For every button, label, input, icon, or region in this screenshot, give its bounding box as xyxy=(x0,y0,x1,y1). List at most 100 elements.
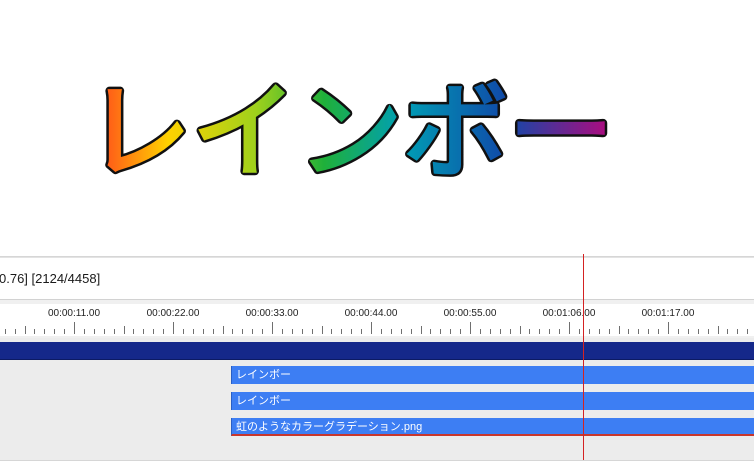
ruler-major-tick xyxy=(272,322,273,334)
ruler-minor-tick xyxy=(539,329,540,334)
ruler-minor-tick xyxy=(599,329,600,334)
ruler-minor-tick xyxy=(638,329,639,334)
layer-row[interactable]: レインボー xyxy=(0,362,754,389)
ruler-minor-tick xyxy=(688,329,689,334)
ruler-minor-tick xyxy=(421,326,422,334)
ruler-minor-tick xyxy=(727,329,728,334)
clip-label: 虹のようなカラーグラデーション.png xyxy=(236,421,423,433)
ruler-minor-tick xyxy=(203,329,204,334)
ruler-minor-tick xyxy=(223,326,224,334)
ruler-minor-tick xyxy=(440,329,441,334)
ruler-minor-tick xyxy=(391,329,392,334)
ruler-minor-tick xyxy=(718,326,719,334)
layer-row[interactable] xyxy=(0,440,754,461)
timeline-status-bar: 0.76] [2124/4458] xyxy=(0,258,754,300)
ruler-minor-tick xyxy=(242,329,243,334)
ruler-minor-tick xyxy=(619,326,620,334)
ruler-minor-tick xyxy=(84,329,85,334)
ruler-minor-tick xyxy=(708,329,709,334)
ruler-minor-tick xyxy=(737,329,738,334)
ruler-minor-tick xyxy=(480,329,481,334)
ruler-minor-tick xyxy=(411,329,412,334)
clip-label: レインボー xyxy=(236,395,291,407)
ruler-minor-tick xyxy=(124,326,125,334)
ruler-minor-tick xyxy=(34,329,35,334)
ruler-minor-tick xyxy=(579,329,580,334)
ruler-minor-tick xyxy=(549,329,550,334)
clip-label: レインボー xyxy=(236,369,291,381)
ruler-minor-tick xyxy=(104,329,105,334)
ruler-minor-tick xyxy=(322,326,323,334)
ruler-minor-tick xyxy=(450,329,451,334)
ruler-minor-tick xyxy=(381,329,382,334)
frame-position-readout: 0.76] [2124/4458] xyxy=(0,271,101,286)
timeline-clip[interactable]: レインボー xyxy=(231,392,754,410)
ruler-minor-tick xyxy=(312,329,313,334)
ruler-minor-tick xyxy=(351,329,352,334)
ruler-time-label: 00:00:33.00 xyxy=(245,308,299,319)
time-ruler[interactable]: 00:00:11.00 00:00:22.00 00:00:33.00 00:00:4… xyxy=(0,304,754,336)
ruler-minor-tick xyxy=(193,329,194,334)
rainbow-title-graphic: レインボー xyxy=(84,69,617,196)
ruler-minor-tick xyxy=(500,329,501,334)
ruler-minor-tick xyxy=(302,329,303,334)
ruler-minor-tick xyxy=(609,329,610,334)
ruler-minor-tick xyxy=(678,329,679,334)
ruler-minor-tick xyxy=(282,329,283,334)
ruler-minor-tick xyxy=(648,329,649,334)
ruler-minor-tick xyxy=(401,329,402,334)
rainbow-title-text: レインボー xyxy=(86,71,614,193)
ruler-minor-tick xyxy=(64,329,65,334)
playhead-line[interactable] xyxy=(583,254,584,304)
ruler-minor-tick xyxy=(5,329,6,334)
ruler-time-label: 00:00:55.00 xyxy=(443,308,497,319)
ruler-minor-tick xyxy=(25,326,26,334)
timeline-clip[interactable]: 虹のようなカラーグラデーション.png xyxy=(231,418,754,436)
ruler-time-label: 00:00:22.00 xyxy=(146,308,200,319)
layer-row[interactable]: レインボー xyxy=(0,388,754,415)
ruler-minor-tick xyxy=(460,329,461,334)
ruler-minor-tick xyxy=(589,329,590,334)
ruler-minor-tick xyxy=(213,329,214,334)
ruler-minor-tick xyxy=(490,329,491,334)
ruler-minor-tick xyxy=(163,329,164,334)
ruler-minor-tick xyxy=(331,329,332,334)
ruler-major-tick xyxy=(569,322,570,334)
ruler-minor-tick xyxy=(232,329,233,334)
ruler-minor-tick xyxy=(292,329,293,334)
ruler-major-tick xyxy=(173,322,174,334)
layer-row[interactable]: 虹のようなカラーグラデーション.png xyxy=(0,414,754,441)
ruler-minor-tick xyxy=(529,329,530,334)
scene-range-bar[interactable] xyxy=(0,342,754,360)
ruler-time-label: 00:01:17.00 xyxy=(641,308,695,319)
ruler-major-tick xyxy=(74,322,75,334)
preview-canvas: レインボー xyxy=(0,0,754,256)
ruler-major-tick xyxy=(668,322,669,334)
ruler-minor-tick xyxy=(658,329,659,334)
ruler-minor-tick xyxy=(510,329,511,334)
ruler-minor-tick xyxy=(143,329,144,334)
timeline-panel: 0.76] [2124/4458] 00:00:11.00 00:00:22.00… xyxy=(0,254,754,461)
ruler-minor-tick xyxy=(262,329,263,334)
ruler-time-label: 00:00:44.00 xyxy=(344,308,398,319)
ruler-minor-tick xyxy=(153,329,154,334)
ruler-minor-tick xyxy=(341,329,342,334)
ruler-minor-tick xyxy=(183,329,184,334)
ruler-minor-tick xyxy=(747,329,748,334)
ruler-major-tick xyxy=(470,322,471,334)
ruler-minor-tick xyxy=(114,329,115,334)
ruler-minor-tick xyxy=(54,329,55,334)
ruler-minor-tick xyxy=(520,326,521,334)
ruler-time-label: 00:00:11.00 xyxy=(47,308,101,319)
ruler-minor-tick xyxy=(252,329,253,334)
ruler-minor-tick xyxy=(15,329,16,334)
ruler-minor-tick xyxy=(698,329,699,334)
ruler-minor-tick xyxy=(44,329,45,334)
ruler-minor-tick xyxy=(559,329,560,334)
timeline-clip[interactable]: レインボー xyxy=(231,366,754,384)
playhead-line[interactable] xyxy=(583,304,584,460)
ruler-minor-tick xyxy=(94,329,95,334)
ruler-minor-tick xyxy=(628,329,629,334)
ruler-time-label: 00:01:06.00 xyxy=(542,308,596,319)
ruler-minor-tick xyxy=(133,329,134,334)
